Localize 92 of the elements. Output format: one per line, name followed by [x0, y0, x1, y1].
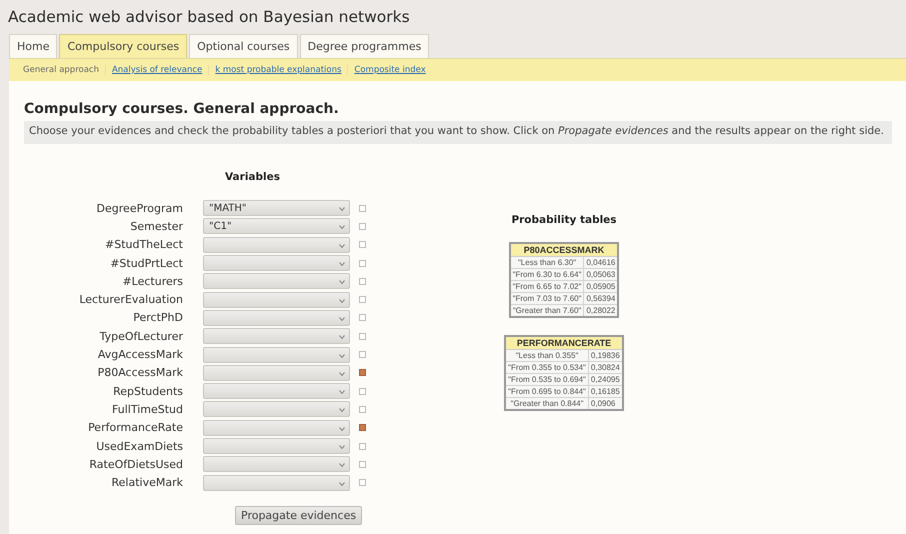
checkbox[interactable] [359, 314, 366, 322]
caret-icon [339, 482, 345, 486]
table-cell: "From 7.03 to 7.60" [510, 292, 584, 304]
variable-label: #StudTheLect [104, 238, 183, 252]
tab[interactable]: Home [9, 34, 58, 58]
variable-label: Semester [129, 220, 183, 233]
caret-icon [339, 408, 345, 412]
table-header: PERFORMANCERATE [505, 336, 623, 350]
checkbox[interactable] [359, 460, 366, 468]
caret-icon [339, 372, 345, 376]
checkbox[interactable] [359, 406, 366, 413]
table-cell: "From 0.695 to 0.844" [505, 386, 588, 398]
variable-label: AvgAccessMark [96, 348, 183, 362]
subnav-link[interactable]: k most probable explanations [208, 65, 348, 75]
checkbox[interactable] [359, 442, 366, 450]
description-text: Choose your evidences and check the probability tables a posteriori that you want to show. Click on Propagate evidences and the results appear on the right side. [24, 121, 892, 144]
caret-icon [339, 390, 345, 394]
variable-label: LecturerEvaluation [78, 293, 183, 306]
variable-dropdown[interactable] [203, 364, 350, 381]
caret-icon [339, 207, 345, 212]
table-cell: "From 6.30 to 6.64" [510, 268, 584, 280]
variable-dropdown[interactable] [203, 255, 350, 272]
tab[interactable]: Degree programmes [300, 34, 430, 58]
checkbox[interactable] [359, 278, 366, 285]
checkbox[interactable] [359, 260, 366, 267]
propagate-button[interactable]: Propagate evidences [235, 506, 362, 525]
variable-label: #Lecturers [121, 274, 183, 288]
table-cell: "From 0.355 to 0.534" [505, 362, 588, 374]
checkbox[interactable] [359, 241, 366, 248]
tab[interactable]: Compulsory courses [59, 34, 188, 58]
table-cell: 0,0906 [588, 398, 623, 410]
variable-dropdown[interactable] [203, 346, 350, 363]
checkbox[interactable] [359, 388, 366, 395]
checkbox[interactable] [359, 204, 366, 212]
variable-dropdown[interactable] [203, 292, 350, 308]
table-cell: "From 6.65 to 7.02" [510, 280, 584, 292]
caret-icon [339, 354, 345, 358]
table-cell: "From 0.535 to 0.694" [505, 374, 588, 386]
checkbox[interactable] [359, 332, 366, 340]
variable-dropdown[interactable] [203, 438, 350, 454]
caret-icon [339, 280, 345, 284]
subnav-link[interactable]: Composite index [347, 65, 432, 75]
caret-icon [339, 262, 345, 266]
variable-label: RepStudents [112, 384, 183, 398]
variables-heading: Variables [225, 171, 281, 183]
checkbox[interactable] [359, 222, 366, 230]
caret-icon [339, 244, 345, 248]
table-cell: "Less than 6.30" [510, 256, 584, 268]
checkbox[interactable] [359, 296, 366, 304]
caret-icon [339, 426, 345, 431]
table-cell: 0,28022 [584, 304, 618, 317]
caret-icon [339, 335, 345, 340]
variable-dropdown[interactable] [203, 456, 350, 472]
table-cell: "Less than 0.355" [505, 350, 588, 362]
checkbox[interactable] [359, 479, 366, 486]
table-cell: "Greater than 7.60" [510, 304, 584, 317]
variable-dropdown[interactable] [203, 328, 350, 344]
variable-dropdown[interactable] [203, 236, 350, 253]
variable-label: PerctPhD [132, 311, 183, 324]
table-cell: "Greater than 0.844" [505, 398, 588, 410]
caret-icon [339, 445, 345, 449]
tab[interactable]: Optional courses [189, 34, 298, 58]
table-header: P80ACCESSMARK [510, 243, 618, 256]
page-title: Academic web advisor based on Bayesian networks [7, 7, 411, 28]
variable-label: DegreeProgram [96, 202, 183, 215]
variable-dropdown[interactable]: "MATH" [203, 200, 350, 216]
variable-dropdown[interactable] [203, 273, 350, 290]
variable-label: UsedExamDiets [95, 440, 183, 452]
caret-icon [339, 298, 345, 303]
checkbox[interactable] [359, 424, 366, 432]
caret-icon [339, 225, 345, 230]
variable-dropdown[interactable] [203, 383, 350, 400]
checkbox[interactable] [359, 351, 366, 358]
section-heading: Compulsory courses. General approach. [24, 101, 340, 117]
variable-dropdown[interactable] [203, 420, 350, 436]
subnav-link[interactable]: General approach [23, 65, 105, 75]
variable-label: TypeOfLecturer [98, 330, 183, 343]
variable-label: RelativeMark [110, 476, 183, 490]
variable-dropdown[interactable] [203, 310, 350, 326]
variable-label: RateOfDietsUsed [88, 458, 183, 471]
variable-label: FullTimeStud [111, 402, 183, 416]
variable-label: #StudPrtLect [109, 256, 183, 270]
variable-dropdown[interactable]: "C1" [203, 218, 350, 234]
caret-icon [339, 316, 345, 321]
variable-dropdown[interactable] [203, 474, 350, 491]
subnav-link[interactable]: Analysis of relevance [104, 65, 208, 75]
variable-label: PerformanceRate [87, 421, 183, 434]
caret-icon [339, 463, 345, 468]
variable-label: P80AccessMark [96, 366, 183, 380]
checkbox[interactable] [359, 369, 366, 376]
tables-heading: Probability tables [511, 214, 617, 226]
variable-dropdown[interactable] [203, 401, 350, 418]
